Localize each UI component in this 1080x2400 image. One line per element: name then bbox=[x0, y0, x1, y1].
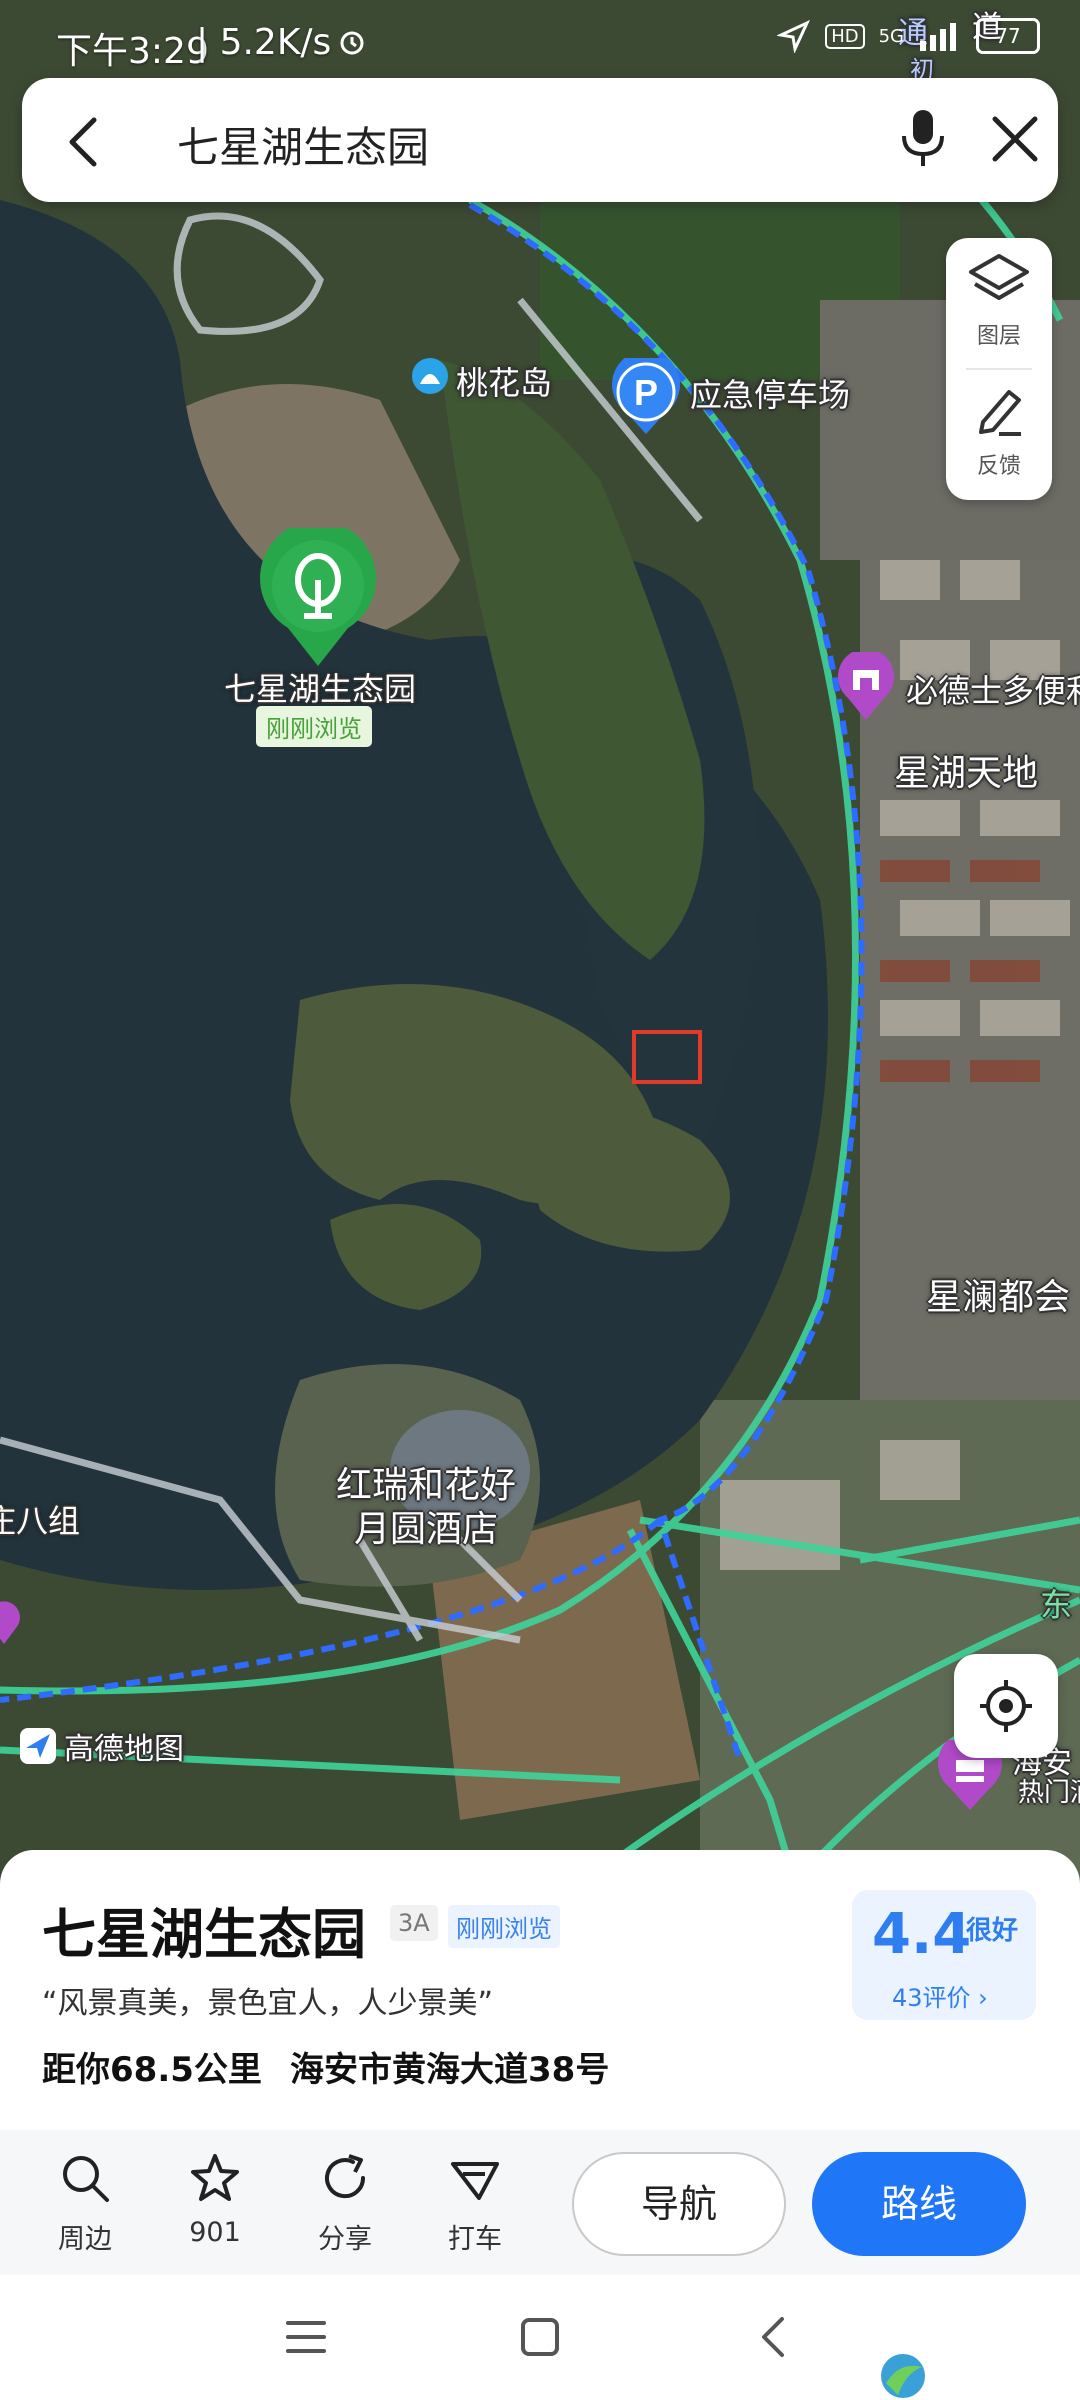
tool-divider bbox=[966, 368, 1032, 370]
taxi-icon bbox=[451, 2162, 499, 2200]
parking-pin-icon[interactable]: P bbox=[612, 358, 680, 436]
status-bar: 下午3:29 | 5.2K/s HD 5G 77 bbox=[0, 0, 1080, 80]
signal-bars-icon bbox=[920, 23, 956, 51]
status-network-speed: | 5.2K/s bbox=[196, 22, 332, 63]
locate-me-button[interactable] bbox=[954, 1654, 1058, 1758]
share-icon bbox=[325, 2154, 366, 2199]
nearby-button[interactable]: 周边 bbox=[30, 2152, 140, 2256]
share-label: 分享 bbox=[318, 2224, 372, 2255]
close-icon[interactable] bbox=[990, 114, 1040, 164]
satellite-map[interactable]: P 桃花岛 应急停车场 七星湖生态园 刚刚浏览 必德士多便利 星湖天地 星澜都会… bbox=[0, 0, 1080, 1900]
nearby-label: 周边 bbox=[58, 2224, 112, 2255]
hd-badge: HD bbox=[825, 23, 865, 49]
map-label-xinglan-duhui[interactable]: 星澜都会 bbox=[926, 1268, 1070, 1320]
scenic-spot-icon[interactable] bbox=[410, 356, 450, 396]
map-label-hotel-line2[interactable]: 月圆酒店 bbox=[354, 1500, 498, 1552]
map-label-poi-main[interactable]: 七星湖生态园 bbox=[224, 664, 416, 710]
favorite-count: 901 bbox=[189, 2217, 241, 2248]
viewed-badge: 刚刚浏览 bbox=[448, 1905, 560, 1948]
layers-icon bbox=[969, 254, 1029, 300]
system-nav-bar bbox=[0, 2275, 1080, 2400]
rating-grade: 很好 bbox=[966, 1916, 1019, 1946]
alarm-icon bbox=[340, 31, 364, 55]
star-icon bbox=[191, 2154, 239, 2201]
search-icon bbox=[63, 2156, 109, 2202]
place-name: 七星湖生态园 bbox=[42, 1903, 366, 1966]
search-bar[interactable]: 七星湖生态园 bbox=[22, 78, 1058, 202]
amap-logo: 高德地图 bbox=[18, 1724, 184, 1768]
home-square-icon[interactable] bbox=[520, 2317, 560, 2357]
battery-indicator: 77 bbox=[976, 18, 1040, 54]
share-button[interactable]: 分享 bbox=[290, 2152, 400, 2256]
place-detail-sheet[interactable]: 七星湖生态园 3A 刚刚浏览 “风景真美，景色宜人，人少景美” 距你68.5公里… bbox=[0, 1850, 1080, 2130]
map-label-haian-hot: 热门酒 bbox=[1018, 1778, 1080, 1808]
map-viewed-tag: 刚刚浏览 bbox=[256, 706, 372, 747]
menu-icon[interactable] bbox=[286, 2319, 326, 2355]
satellite-imagery bbox=[0, 0, 1080, 1900]
system-back-icon[interactable] bbox=[758, 2315, 788, 2359]
rating-box[interactable]: 4.4 很好 43评价 › bbox=[852, 1890, 1036, 2020]
edit-pen-icon bbox=[979, 390, 1021, 436]
poi-edge-pin-icon[interactable] bbox=[0, 1596, 20, 1646]
map-label-road-east: 东 bbox=[1040, 1586, 1073, 1624]
signal-5g-label: 5G bbox=[878, 25, 904, 47]
taxi-button[interactable]: 打车 bbox=[420, 2152, 530, 2256]
review-quote[interactable]: “风景真美，景色宜人，人少景美” bbox=[42, 1978, 493, 2022]
back-arrow-icon[interactable] bbox=[66, 116, 102, 168]
feedback-button[interactable]: 反馈 bbox=[946, 382, 1052, 480]
svg-text:P: P bbox=[634, 372, 658, 413]
microphone-icon[interactable] bbox=[898, 106, 948, 172]
favorite-button[interactable]: 901 bbox=[160, 2152, 270, 2248]
map-label-store[interactable]: 必德士多便利 bbox=[906, 666, 1080, 712]
status-time: 下午3:29 bbox=[56, 31, 209, 72]
taxi-label: 打车 bbox=[448, 2224, 502, 2255]
map-label-emergency-parking[interactable]: 应急停车场 bbox=[690, 370, 850, 416]
poi-main-pin-icon[interactable] bbox=[260, 528, 376, 668]
map-label-xinghu-tiandi[interactable]: 星湖天地 bbox=[894, 744, 1038, 796]
layers-label: 图层 bbox=[976, 324, 1021, 349]
store-pin-icon[interactable] bbox=[838, 652, 894, 722]
distance-text: 距你68.5公里 bbox=[42, 2050, 262, 2090]
map-tool-panel: 图层 反馈 bbox=[946, 238, 1052, 500]
location-arrow-icon bbox=[777, 19, 811, 53]
floating-assistant-icon[interactable] bbox=[876, 2349, 930, 2399]
amap-logo-icon bbox=[20, 1728, 56, 1764]
rating-score: 4.4 bbox=[872, 1902, 972, 1967]
grade-badge: 3A bbox=[390, 1905, 438, 1941]
navigate-button[interactable]: 导航 bbox=[572, 2152, 786, 2256]
review-count-link[interactable]: 43评价 › bbox=[892, 1978, 988, 2013]
address-text[interactable]: 海安市黄海大道38号 bbox=[290, 2042, 609, 2091]
layers-button[interactable]: 图层 bbox=[946, 252, 1052, 350]
map-label-village[interactable]: 庄八组 bbox=[0, 1496, 80, 1542]
crosshair-icon bbox=[980, 1680, 1032, 1732]
route-button[interactable]: 路线 bbox=[812, 2152, 1026, 2256]
feedback-label: 反馈 bbox=[976, 454, 1021, 479]
action-bar: 周边 901 分享 打车 导航 路线 bbox=[0, 2130, 1080, 2275]
amap-logo-text: 高德地图 bbox=[64, 1732, 184, 1767]
map-label-peach-island[interactable]: 桃花岛 bbox=[456, 358, 552, 404]
search-query[interactable]: 七星湖生态园 bbox=[177, 114, 429, 175]
